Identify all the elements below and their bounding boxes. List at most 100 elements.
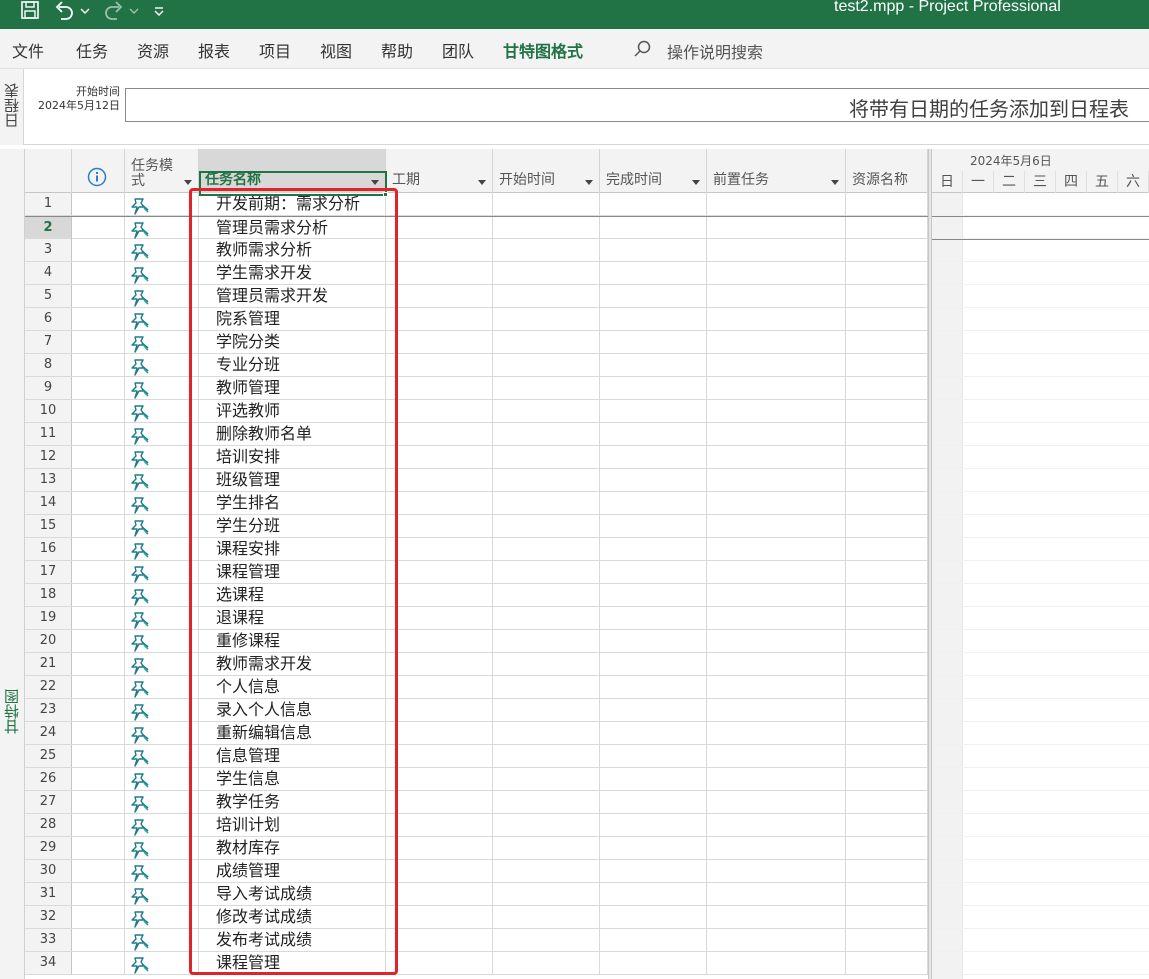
- resource-cell[interactable]: [846, 791, 928, 813]
- task-mode-cell[interactable]: [125, 331, 199, 353]
- task-mode-cell[interactable]: [125, 929, 199, 951]
- task-name-cell[interactable]: 管理员需求开发: [199, 285, 386, 307]
- predecessors-cell[interactable]: [707, 860, 846, 882]
- start-cell[interactable]: [493, 217, 600, 239]
- task-row[interactable]: 24 重新编辑信息: [25, 722, 928, 745]
- duration-cell[interactable]: [386, 676, 493, 698]
- finish-cell[interactable]: [600, 768, 707, 790]
- row-id[interactable]: 23: [25, 699, 72, 721]
- start-cell[interactable]: [493, 239, 600, 261]
- duration-cell[interactable]: [386, 814, 493, 836]
- task-name-cell[interactable]: 教师管理: [199, 377, 386, 399]
- start-cell[interactable]: [493, 929, 600, 951]
- resource-cell[interactable]: [846, 308, 928, 330]
- task-name-cell[interactable]: 培训安排: [199, 446, 386, 468]
- task-mode-cell[interactable]: [125, 400, 199, 422]
- indicator-cell[interactable]: [72, 768, 125, 790]
- resource-cell[interactable]: [846, 699, 928, 721]
- task-mode-cell[interactable]: [125, 630, 199, 652]
- duration-cell[interactable]: [386, 630, 493, 652]
- task-mode-cell[interactable]: [125, 745, 199, 767]
- task-row[interactable]: 33 发布考试成绩: [25, 929, 928, 952]
- indicator-cell[interactable]: [72, 285, 125, 307]
- indicator-cell[interactable]: [72, 561, 125, 583]
- task-mode-cell[interactable]: [125, 722, 199, 744]
- task-mode-cell[interactable]: [125, 354, 199, 376]
- predecessors-cell[interactable]: [707, 630, 846, 652]
- duration-cell[interactable]: [386, 239, 493, 261]
- task-row[interactable]: 9 教师管理: [25, 377, 928, 400]
- resource-cell[interactable]: [846, 262, 928, 284]
- task-name-cell[interactable]: 教材库存: [199, 837, 386, 859]
- duration-cell[interactable]: [386, 837, 493, 859]
- start-cell[interactable]: [493, 768, 600, 790]
- resource-cell[interactable]: [846, 515, 928, 537]
- row-id[interactable]: 14: [25, 492, 72, 514]
- indicator-cell[interactable]: [72, 929, 125, 951]
- search-tell-me-input[interactable]: 操作说明搜索: [667, 39, 763, 63]
- task-row[interactable]: 34 课程管理: [25, 952, 928, 975]
- predecessors-cell[interactable]: [707, 285, 846, 307]
- resource-cell[interactable]: [846, 469, 928, 491]
- task-mode-cell[interactable]: [125, 239, 199, 261]
- indicator-cell[interactable]: [72, 860, 125, 882]
- finish-cell[interactable]: [600, 699, 707, 721]
- column-predecessors-dropdown-icon[interactable]: [831, 180, 839, 185]
- finish-cell[interactable]: [600, 630, 707, 652]
- finish-cell[interactable]: [600, 791, 707, 813]
- column-duration-dropdown-icon[interactable]: [478, 180, 486, 185]
- column-start[interactable]: 开始时间: [493, 149, 600, 193]
- start-cell[interactable]: [493, 630, 600, 652]
- task-row[interactable]: 20 重修课程: [25, 630, 928, 653]
- column-resources[interactable]: 资源名称: [846, 149, 928, 193]
- finish-cell[interactable]: [600, 676, 707, 698]
- indicator-cell[interactable]: [72, 492, 125, 514]
- finish-cell[interactable]: [600, 285, 707, 307]
- finish-cell[interactable]: [600, 400, 707, 422]
- task-mode-cell[interactable]: [125, 814, 199, 836]
- resource-cell[interactable]: [846, 285, 928, 307]
- task-mode-cell[interactable]: [125, 538, 199, 560]
- task-mode-cell[interactable]: [125, 377, 199, 399]
- task-row[interactable]: 30 成绩管理: [25, 860, 928, 883]
- duration-cell[interactable]: [386, 745, 493, 767]
- task-mode-cell[interactable]: [125, 676, 199, 698]
- indicator-cell[interactable]: [72, 630, 125, 652]
- task-name-cell[interactable]: 重修课程: [199, 630, 386, 652]
- row-id[interactable]: 20: [25, 630, 72, 652]
- finish-cell[interactable]: [600, 262, 707, 284]
- resource-cell[interactable]: [846, 446, 928, 468]
- row-id[interactable]: 33: [25, 929, 72, 951]
- task-name-cell[interactable]: 管理员需求分析: [199, 217, 386, 239]
- row-id[interactable]: 29: [25, 837, 72, 859]
- resource-cell[interactable]: [846, 561, 928, 583]
- task-mode-cell[interactable]: [125, 791, 199, 813]
- predecessors-cell[interactable]: [707, 217, 846, 239]
- finish-cell[interactable]: [600, 217, 707, 239]
- predecessors-cell[interactable]: [707, 400, 846, 422]
- indicator-cell[interactable]: [72, 469, 125, 491]
- indicator-cell[interactable]: [72, 584, 125, 606]
- start-cell[interactable]: [493, 262, 600, 284]
- task-mode-cell[interactable]: [125, 423, 199, 445]
- finish-cell[interactable]: [600, 561, 707, 583]
- menu-project[interactable]: 项目: [259, 38, 291, 62]
- finish-cell[interactable]: [600, 515, 707, 537]
- resource-cell[interactable]: [846, 929, 928, 951]
- resource-cell[interactable]: [846, 193, 928, 215]
- predecessors-cell[interactable]: [707, 538, 846, 560]
- finish-cell[interactable]: [600, 584, 707, 606]
- task-mode-cell[interactable]: [125, 768, 199, 790]
- task-mode-cell[interactable]: [125, 308, 199, 330]
- indicator-cell[interactable]: [72, 515, 125, 537]
- task-name-cell[interactable]: 学生分班: [199, 515, 386, 537]
- row-id[interactable]: 7: [25, 331, 72, 353]
- resource-cell[interactable]: [846, 377, 928, 399]
- resource-cell[interactable]: [846, 952, 928, 974]
- finish-cell[interactable]: [600, 653, 707, 675]
- task-name-cell[interactable]: 重新编辑信息: [199, 722, 386, 744]
- menu-team[interactable]: 团队: [442, 38, 474, 62]
- task-row[interactable]: 10 评选教师: [25, 400, 928, 423]
- start-cell[interactable]: [493, 906, 600, 928]
- column-finish-dropdown-icon[interactable]: [692, 180, 700, 185]
